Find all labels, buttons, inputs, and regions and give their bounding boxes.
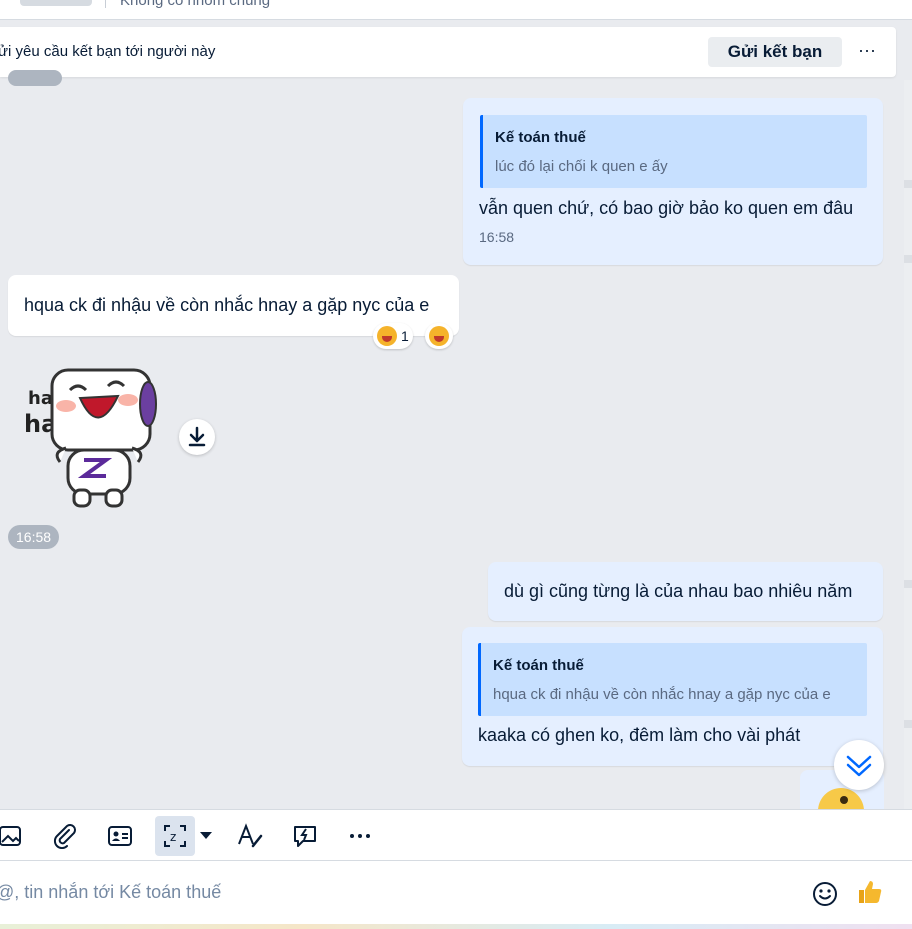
friend-request-text: ửi yêu cầu kết bạn tới người này xyxy=(0,43,216,60)
scrollbar-track[interactable] xyxy=(904,80,912,809)
time-pill-previous xyxy=(8,70,62,86)
message-bubble-sent[interactable]: Kế toán thuế hqua ck đi nhậu về còn nhắc… xyxy=(462,627,883,766)
quick-like-button[interactable] xyxy=(855,877,885,907)
more-options-button[interactable]: ··· xyxy=(852,37,882,67)
message-bubble-sent[interactable]: dù gì cũng từng là của nhau bao nhiêu nă… xyxy=(488,562,883,621)
send-image-button[interactable] xyxy=(0,820,26,852)
download-button[interactable] xyxy=(179,419,215,455)
svg-text:ha: ha xyxy=(28,388,53,409)
sticker-image: ha ha xyxy=(24,368,157,508)
screenshot-icon: z xyxy=(164,825,186,847)
message-input[interactable] xyxy=(0,875,776,909)
group-label-text: Không có nhóm chung xyxy=(120,0,271,9)
more-tools-button[interactable] xyxy=(344,820,376,852)
download-icon xyxy=(188,426,206,447)
reaction-summary[interactable]: 1 xyxy=(373,323,413,349)
attach-icon xyxy=(53,824,76,849)
add-reaction-button[interactable] xyxy=(425,323,453,349)
reaction-count: 1 xyxy=(401,328,409,344)
attach-file-button[interactable] xyxy=(49,820,81,852)
message-text: vẫn quen chứ, có bao giờ bảo ko quen em … xyxy=(479,198,854,218)
double-chevron-down-icon xyxy=(846,755,872,777)
friend-request-bar: ửi yêu cầu kết bạn tới người này Gửi kết… xyxy=(0,27,896,77)
emoji-picker-button[interactable] xyxy=(810,879,840,909)
text-format-button[interactable] xyxy=(234,820,266,852)
scrollbar-marker xyxy=(904,255,912,263)
screenshot-options-button[interactable] xyxy=(196,820,216,852)
screenshot-button[interactable]: z xyxy=(155,816,195,856)
header-pill[interactable] xyxy=(20,0,92,6)
send-contact-card-button[interactable] xyxy=(104,820,136,852)
laugh-emoji-icon xyxy=(429,326,449,346)
quote-message-text: hqua ck đi nhậu về còn nhắc hnay a gặp n… xyxy=(493,686,831,703)
quick-message-button[interactable] xyxy=(289,820,321,852)
message-text: dù gì cũng từng là của nhau bao nhiêu nă… xyxy=(504,581,853,601)
send-friend-request-button[interactable]: Gửi kết bạn xyxy=(708,37,842,67)
header-divider xyxy=(105,0,106,8)
message-text: hqua ck đi nhậu về còn nhắc hnay a gặp n… xyxy=(24,295,430,315)
composer-toolbar: z xyxy=(0,809,912,861)
scrollbar-marker xyxy=(904,580,912,588)
image-icon xyxy=(0,826,21,846)
svg-text:z: z xyxy=(170,830,176,844)
scrollbar-marker xyxy=(904,720,912,728)
quote-sender-name: Kế toán thuế xyxy=(495,129,586,146)
quote-message-text: lúc đó lại chối k quen e ấy xyxy=(495,158,668,175)
thumbs-up-icon xyxy=(859,881,882,903)
laugh-emoji-icon xyxy=(377,326,397,346)
sticker-time-pill: 16:58 xyxy=(8,525,60,549)
chat-header: Không có nhóm chung xyxy=(0,0,912,20)
scroll-to-bottom-button[interactable] xyxy=(834,740,884,790)
quick-message-icon xyxy=(294,826,316,847)
message-time: 16:58 xyxy=(479,229,515,245)
window-bottom-strip xyxy=(0,924,912,929)
message-composer xyxy=(0,861,912,924)
scrollbar-marker xyxy=(904,180,912,188)
more-icon xyxy=(350,834,370,838)
common-groups-label[interactable]: Không có nhóm chung xyxy=(120,0,270,9)
reply-quote[interactable]: Kế toán thuế lúc đó lại chối k quen e ấy xyxy=(480,115,867,188)
smile-icon xyxy=(813,882,837,906)
message-text: kaaka có ghen ko, đêm làm cho vài phát xyxy=(478,725,801,745)
caret-down-icon xyxy=(200,832,212,839)
format-text-icon xyxy=(238,823,263,848)
reply-quote[interactable]: Kế toán thuế hqua ck đi nhậu về còn nhắc… xyxy=(478,643,867,716)
contact-card-icon xyxy=(108,826,132,846)
quote-sender-name: Kế toán thuế xyxy=(493,657,584,674)
message-bubble-sent[interactable]: Kế toán thuế lúc đó lại chối k quen e ấy… xyxy=(463,98,883,265)
sticker-haha[interactable]: ha ha xyxy=(20,362,160,510)
